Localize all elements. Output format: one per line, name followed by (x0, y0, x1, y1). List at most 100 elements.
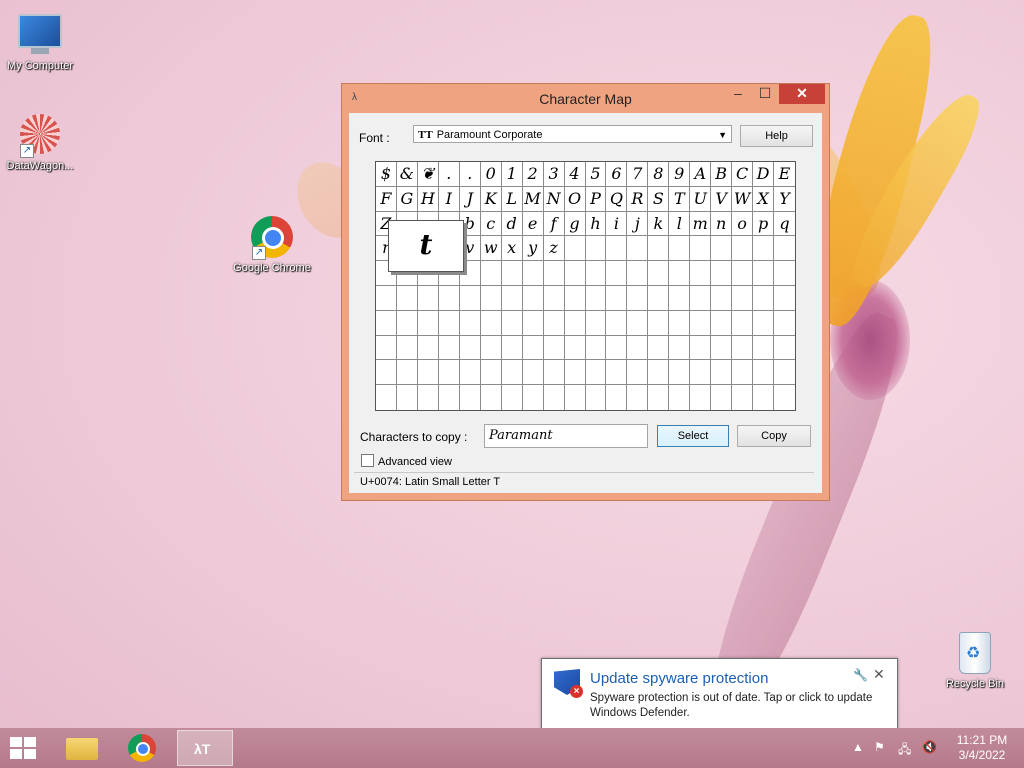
character-cell[interactable] (669, 385, 691, 410)
character-cell[interactable] (732, 261, 754, 286)
tray-expand-icon[interactable]: ▲ (852, 740, 864, 754)
character-cell[interactable] (774, 236, 795, 262)
desktop-icon-my-computer[interactable]: My Computer (0, 10, 80, 72)
character-cell[interactable] (606, 335, 628, 361)
character-cell[interactable]: 9 (669, 162, 691, 187)
character-cell[interactable]: e (522, 211, 544, 237)
character-cell[interactable] (522, 360, 544, 386)
character-cell[interactable] (438, 310, 460, 336)
character-cell[interactable]: Y (774, 187, 795, 212)
character-cell[interactable] (522, 335, 544, 361)
notification-close-icon[interactable]: ✕ (873, 666, 885, 683)
character-cell[interactable] (753, 385, 775, 410)
character-cell[interactable] (501, 360, 523, 386)
character-cell[interactable]: K (480, 186, 502, 212)
character-cell[interactable]: 2 (522, 162, 544, 187)
character-cell[interactable]: 3 (543, 162, 565, 187)
taskbar-chrome[interactable] (116, 730, 172, 766)
character-cell[interactable] (376, 310, 397, 336)
character-cell[interactable] (396, 360, 418, 386)
character-cell[interactable]: m (690, 211, 712, 237)
desktop-icon-google-chrome[interactable]: ↗ Google Chrome (232, 216, 312, 274)
character-cell[interactable] (376, 385, 397, 410)
character-cell[interactable] (438, 360, 460, 386)
character-cell[interactable] (585, 236, 607, 262)
font-dropdown[interactable]: TT Paramount Corporate ▼ (413, 125, 732, 143)
character-cell[interactable] (627, 236, 649, 262)
character-cell[interactable] (774, 336, 795, 361)
character-cell[interactable] (669, 285, 691, 311)
character-cell[interactable] (648, 261, 670, 286)
character-cell[interactable] (564, 285, 586, 311)
character-cell[interactable] (417, 335, 439, 361)
character-cell[interactable] (480, 285, 502, 311)
character-cell[interactable]: V (711, 186, 733, 212)
character-cell[interactable] (417, 360, 439, 386)
character-cell[interactable] (480, 310, 502, 336)
character-cell[interactable] (522, 261, 544, 286)
character-cell[interactable]: z (543, 236, 565, 262)
character-cell[interactable]: 8 (648, 162, 670, 187)
character-cell[interactable]: Q (606, 186, 628, 212)
character-cell[interactable]: ❦ (417, 162, 439, 187)
taskbar-file-explorer[interactable] (54, 730, 110, 766)
character-cell[interactable]: B (711, 162, 733, 187)
character-cell[interactable] (480, 360, 502, 386)
character-cell[interactable] (543, 310, 565, 336)
character-cell[interactable] (396, 285, 418, 311)
character-grid[interactable]: $ & ❦.. 0 1 2 3 4 5 6 7 8 9 A B C D E F G H I J K L M N O P Q R S T U V W X Y… (375, 161, 796, 411)
character-cell[interactable] (774, 261, 795, 286)
character-cell[interactable] (753, 335, 775, 361)
character-cell[interactable]: T (669, 186, 691, 212)
character-cell[interactable] (459, 310, 481, 336)
character-cell[interactable] (711, 285, 733, 311)
character-cell[interactable] (564, 310, 586, 336)
character-cell[interactable] (648, 360, 670, 386)
maximize-button[interactable]: ☐ (752, 84, 778, 104)
character-cell[interactable] (417, 285, 439, 311)
character-cell[interactable] (396, 310, 418, 336)
character-cell[interactable]: . (459, 162, 481, 187)
close-button[interactable]: ✕ (779, 84, 825, 104)
character-cell[interactable] (627, 285, 649, 311)
advanced-view-checkbox[interactable]: Advanced view (361, 454, 452, 468)
character-cell[interactable]: & (396, 162, 418, 187)
character-cell[interactable] (627, 310, 649, 336)
character-cell[interactable] (711, 236, 733, 262)
character-cell[interactable]: g (564, 211, 586, 237)
character-cell[interactable] (438, 285, 460, 311)
character-cell[interactable]: H (417, 186, 439, 212)
character-cell[interactable] (774, 385, 795, 410)
character-cell[interactable]: J (459, 186, 481, 212)
character-cell[interactable]: f (543, 211, 565, 237)
character-cell[interactable]: 5 (585, 162, 607, 187)
character-cell[interactable] (522, 285, 544, 311)
character-cell[interactable]: 4 (564, 162, 586, 187)
desktop-icon-recycle-bin[interactable]: Recycle Bin (935, 630, 1015, 690)
title-bar[interactable]: λ Character Map – ☐ ✕ (342, 84, 829, 112)
character-cell[interactable] (501, 261, 523, 286)
character-cell[interactable]: I (438, 186, 460, 212)
character-cell[interactable]: O (564, 186, 586, 212)
character-cell[interactable] (753, 285, 775, 311)
character-cell[interactable]: P (585, 186, 607, 212)
character-cell[interactable] (690, 261, 712, 286)
character-cell[interactable]: o (732, 211, 754, 237)
character-cell[interactable]: k (648, 211, 670, 237)
character-cell[interactable] (585, 360, 607, 386)
taskbar-clock[interactable]: 11:21 PM 3/4/2022 (944, 733, 1020, 763)
character-cell[interactable] (501, 310, 523, 336)
character-cell[interactable]: D (753, 162, 775, 187)
character-cell[interactable] (439, 385, 460, 410)
character-cell[interactable] (481, 385, 502, 410)
character-cell[interactable] (543, 261, 565, 286)
character-cell[interactable]: G (396, 186, 418, 212)
character-cell[interactable]: x (501, 236, 523, 262)
character-cell[interactable] (418, 385, 439, 410)
character-cell[interactable] (669, 261, 691, 286)
character-cell[interactable] (564, 335, 586, 361)
character-cell[interactable]: 1 (501, 162, 523, 187)
character-cell[interactable] (669, 236, 691, 262)
character-cell[interactable] (690, 236, 712, 262)
character-cell[interactable] (648, 310, 670, 336)
